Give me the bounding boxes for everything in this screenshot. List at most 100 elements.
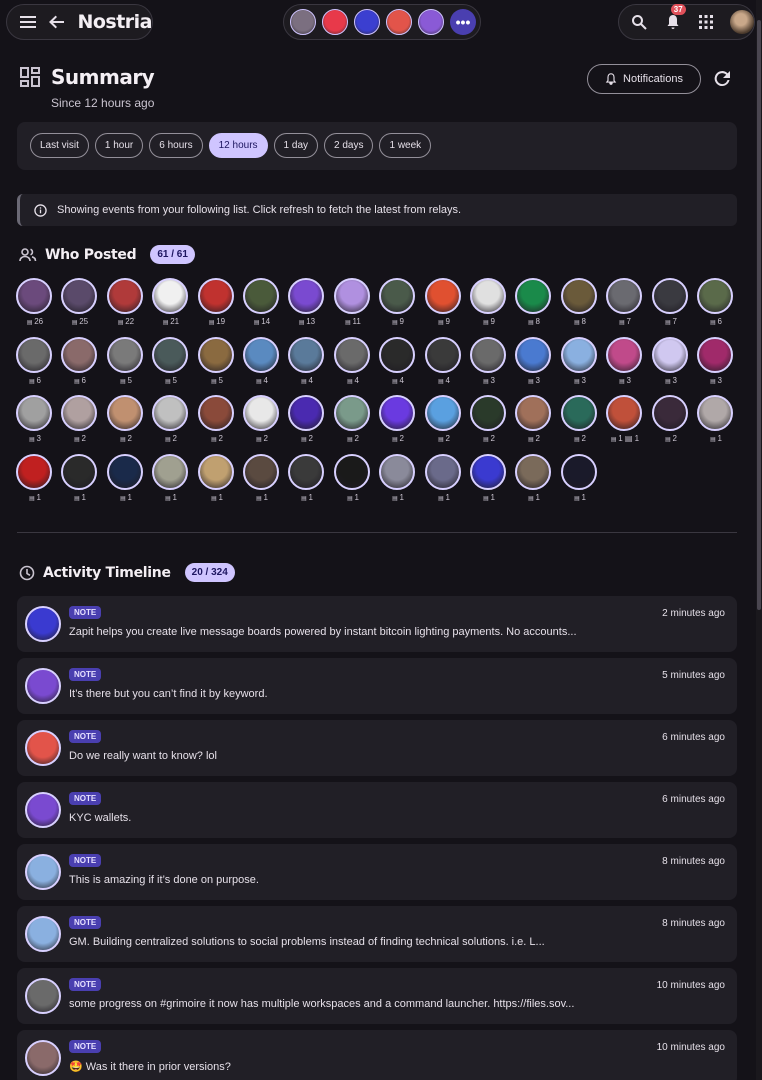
poster-avatar-item[interactable]: 4 <box>242 336 282 392</box>
poster-avatar-item[interactable]: 2 <box>378 394 418 450</box>
poster-avatar-item[interactable]: 2 <box>151 394 191 450</box>
poster-avatar-item[interactable]: 2 <box>333 394 373 450</box>
poster-avatar-item[interactable]: 4 <box>333 336 373 392</box>
avatar[interactable] <box>61 336 97 373</box>
back-arrow-icon[interactable] <box>48 12 65 32</box>
account-avatar[interactable] <box>386 9 412 35</box>
poster-avatar-item[interactable]: 22 <box>106 277 146 333</box>
avatar[interactable] <box>243 395 279 431</box>
timeline-item[interactable]: NOTE 🤩 Was it there in prior versions? 10 … <box>17 1030 737 1080</box>
apps-grid-icon[interactable] <box>697 12 717 32</box>
avatar[interactable] <box>561 336 597 373</box>
poster-avatar-item[interactable]: 7 <box>651 277 691 333</box>
avatar[interactable] <box>379 336 415 373</box>
avatar[interactable] <box>16 453 52 490</box>
avatar[interactable] <box>25 978 61 1014</box>
poster-avatar-item[interactable]: 8 <box>514 277 554 333</box>
menu-icon[interactable] <box>19 12 36 32</box>
notifications-bell-icon[interactable]: 37 <box>663 4 686 32</box>
avatar[interactable] <box>425 453 461 490</box>
avatar[interactable] <box>25 916 61 952</box>
avatar[interactable] <box>425 336 461 373</box>
account-avatar[interactable] <box>354 9 380 35</box>
avatar[interactable] <box>152 453 188 490</box>
avatar[interactable] <box>25 668 61 704</box>
poster-avatar-item[interactable]: 4 <box>378 336 418 392</box>
time-range-chip[interactable]: 1 day <box>273 133 319 158</box>
poster-avatar-item[interactable]: 2 <box>287 394 327 450</box>
poster-avatar-item[interactable]: 1 <box>560 453 600 509</box>
scrollbar[interactable] <box>756 0 762 1080</box>
account-avatar[interactable] <box>322 9 348 35</box>
notifications-button[interactable]: Notifications <box>587 64 701 94</box>
poster-avatar-item[interactable]: 3 <box>514 336 554 392</box>
avatar[interactable] <box>25 1040 61 1076</box>
avatar[interactable] <box>152 395 188 431</box>
timeline-item[interactable]: NOTE Zapit helps you create live message … <box>17 596 737 652</box>
avatar[interactable] <box>652 336 688 373</box>
avatar[interactable] <box>198 453 234 490</box>
avatar[interactable] <box>561 453 597 490</box>
avatar[interactable] <box>152 278 188 314</box>
avatar[interactable] <box>515 278 551 314</box>
avatar[interactable] <box>288 336 324 373</box>
avatar[interactable] <box>425 395 461 431</box>
poster-avatar-item[interactable]: 1 <box>378 453 418 509</box>
timeline-item[interactable]: NOTE some progress on #grimoire it now ha… <box>17 968 737 1024</box>
account-avatar[interactable] <box>418 9 444 35</box>
poster-avatar-item[interactable]: 1 <box>60 453 100 509</box>
poster-avatar-item[interactable]: 2 <box>424 394 464 450</box>
avatar[interactable] <box>198 278 234 314</box>
poster-avatar-item[interactable]: 2 <box>242 394 282 450</box>
poster-avatar-item[interactable]: 2 <box>106 394 146 450</box>
poster-avatar-item[interactable]: 2 <box>651 394 691 450</box>
poster-avatar-item[interactable]: 1 <box>287 453 327 509</box>
poster-avatar-item[interactable]: 1 <box>469 453 509 509</box>
avatar[interactable] <box>25 854 61 890</box>
poster-avatar-item[interactable]: 6 <box>60 336 100 392</box>
poster-avatar-item[interactable]: 1 <box>333 453 373 509</box>
poster-avatar-item[interactable]: 26 <box>15 277 55 333</box>
avatar[interactable] <box>198 336 234 373</box>
poster-avatar-item[interactable]: 3 <box>560 336 600 392</box>
poster-avatar-item[interactable]: 3 <box>696 336 736 392</box>
avatar[interactable] <box>379 453 415 490</box>
avatar[interactable] <box>107 453 143 490</box>
avatar[interactable] <box>288 395 324 431</box>
timeline-item[interactable]: NOTE KYC wallets. 6 minutes ago <box>17 782 737 838</box>
time-range-chip[interactable]: Last visit <box>30 133 89 158</box>
poster-avatar-item[interactable]: 1 <box>151 453 191 509</box>
avatar[interactable] <box>425 278 461 314</box>
avatar[interactable] <box>25 792 61 828</box>
timeline-item[interactable]: NOTE Do we really want to know? lol 6 minu… <box>17 720 737 776</box>
poster-avatar-item[interactable]: 2 <box>60 394 100 450</box>
avatar[interactable] <box>25 606 61 642</box>
poster-avatar-item[interactable]: 25 <box>60 277 100 333</box>
avatar[interactable] <box>25 730 61 766</box>
avatar[interactable] <box>61 453 97 490</box>
poster-avatar-item[interactable]: 13 <box>287 277 327 333</box>
avatar[interactable] <box>198 395 234 431</box>
avatar[interactable] <box>606 395 642 431</box>
avatar[interactable] <box>606 278 642 314</box>
poster-avatar-item[interactable]: 1 <box>424 453 464 509</box>
avatar[interactable] <box>152 336 188 373</box>
poster-avatar-item[interactable]: 8 <box>560 277 600 333</box>
poster-avatar-item[interactable]: 1 <box>242 453 282 509</box>
time-range-chip[interactable]: 6 hours <box>149 133 203 158</box>
poster-avatar-item[interactable]: 4 <box>287 336 327 392</box>
time-range-chip[interactable]: 1 week <box>379 133 432 158</box>
poster-avatar-item[interactable]: 19 <box>197 277 237 333</box>
poster-avatar-item[interactable]: 1 <box>514 453 554 509</box>
avatar[interactable] <box>334 336 370 373</box>
poster-avatar-item[interactable]: 3 <box>469 336 509 392</box>
poster-avatar-item[interactable]: 1 ▤ 1 <box>605 394 645 450</box>
poster-avatar-item[interactable]: 9 <box>469 277 509 333</box>
avatar[interactable] <box>288 453 324 490</box>
avatar[interactable] <box>470 453 506 490</box>
poster-avatar-item[interactable]: 21 <box>151 277 191 333</box>
poster-avatar-item[interactable]: 6 <box>696 277 736 333</box>
refresh-icon[interactable] <box>711 68 733 90</box>
avatar[interactable] <box>652 278 688 314</box>
poster-avatar-item[interactable]: 1 <box>197 453 237 509</box>
